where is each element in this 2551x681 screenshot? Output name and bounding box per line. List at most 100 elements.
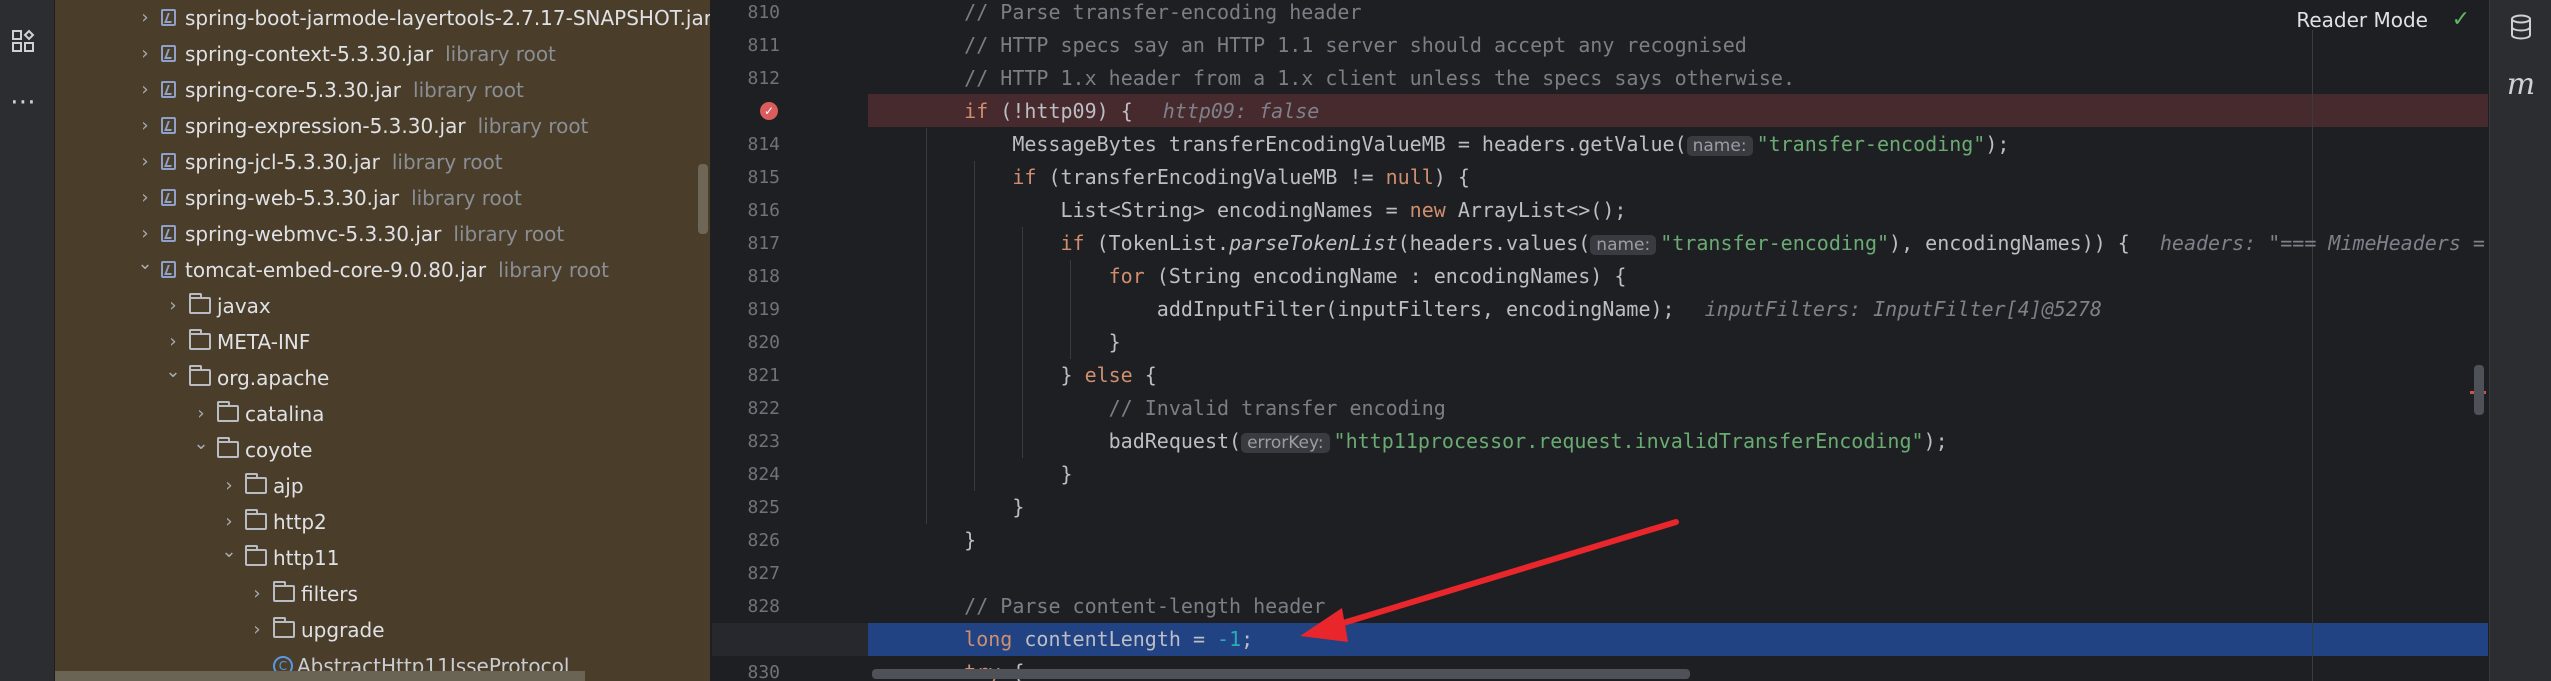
code-token: contentLength = <box>1012 627 1218 651</box>
chevron-right-icon[interactable]: › <box>135 0 155 36</box>
code-token: long <box>964 627 1013 651</box>
jar-icon <box>161 189 176 206</box>
code-line[interactable]: } <box>868 524 2488 557</box>
tree-row-suffix: library root <box>445 42 556 66</box>
code-token: (String encodingName : encodingNames) { <box>1144 264 1627 288</box>
code-line[interactable]: addInputFilter(inputFilters, encodingNam… <box>868 293 2488 326</box>
line-number: 827 <box>747 563 780 584</box>
code-line[interactable] <box>868 557 2488 590</box>
tree-row[interactable]: › META-INF <box>55 324 710 360</box>
code-token: // HTTP 1.x header from a 1.x client unl… <box>964 66 1795 90</box>
database-icon[interactable] <box>2506 14 2536 44</box>
tree-horizontal-scrollbar[interactable] <box>55 671 585 681</box>
code-token: List<String> encodingNames = <box>1060 198 1410 222</box>
tree-row-suffix: library root <box>413 78 524 102</box>
chevron-down-icon[interactable]: ⌄ <box>163 354 183 390</box>
tree-row-label: catalina <box>245 402 325 426</box>
code-editor[interactable]: 810 811 812 814 815 816 817 818 819 820 821 822 823 8… <box>712 0 2488 681</box>
code-line[interactable]: badRequest(errorKey: "http11processor.req… <box>868 425 2488 458</box>
editor-horizontal-scrollbar[interactable] <box>872 669 1690 679</box>
tree-vertical-scrollbar[interactable] <box>698 164 708 234</box>
code-line[interactable]: for (String encodingName : encodingNames… <box>868 260 2488 293</box>
chevron-right-icon[interactable]: › <box>247 612 267 648</box>
tree-row[interactable]: › spring-web-5.3.30.jar library root <box>55 180 710 216</box>
chevron-right-icon[interactable]: › <box>247 576 267 612</box>
line-number: 821 <box>747 365 780 386</box>
chevron-down-icon[interactable]: ⌄ <box>219 534 239 570</box>
code-token: MessageBytes transferEncodingValueMB = h… <box>1012 132 1687 156</box>
line-number: 826 <box>747 530 780 551</box>
code-line[interactable]: } <box>868 491 2488 524</box>
line-number-gutter[interactable]: 810 811 812 814 815 816 817 818 819 820 821 822 823 8… <box>712 0 868 681</box>
code-token: (headers.values( <box>1397 231 1591 255</box>
folder-icon <box>217 437 239 458</box>
tree-row[interactable]: › spring-expression-5.3.30.jar library roo… <box>55 108 710 144</box>
code-line[interactable]: } <box>868 458 2488 491</box>
code-line[interactable]: // Parse content-length header <box>868 590 2488 623</box>
code-line[interactable]: List<String> encodingNames = new ArrayLi… <box>868 194 2488 227</box>
structure-icon[interactable] <box>9 28 37 56</box>
tree-row[interactable]: › http2 <box>55 504 710 540</box>
code-line[interactable]: } else { <box>868 359 2488 392</box>
more-icon[interactable]: ⋯ <box>9 88 37 116</box>
code-token: null <box>1385 165 1434 189</box>
maven-icon[interactable]: m <box>2506 70 2536 100</box>
tree-row[interactable]: › ajp <box>55 468 710 504</box>
code-line[interactable]: // Parse transfer-encoding header <box>868 0 2488 29</box>
code-token: ); <box>1923 429 1948 453</box>
tree-row[interactable]: › spring-context-5.3.30.jar library root <box>55 36 710 72</box>
breakpoint-icon[interactable]: ✓ <box>760 102 778 120</box>
tree-row[interactable]: › catalina <box>55 396 710 432</box>
code-line[interactable]: if (!http09) {http09: false <box>868 95 2488 128</box>
chevron-right-icon[interactable]: › <box>163 288 183 324</box>
jar-icon <box>161 45 176 62</box>
tree-row[interactable]: › filters <box>55 576 710 612</box>
line-number: 819 <box>747 299 780 320</box>
chevron-right-icon[interactable]: › <box>135 144 155 180</box>
code-line[interactable]: if (transferEncodingValueMB != null) { <box>868 161 2488 194</box>
tree-row[interactable]: ⌄ coyote <box>55 432 710 468</box>
code-token: ; <box>1241 627 1254 651</box>
code-line[interactable]: MessageBytes transferEncodingValueMB = h… <box>868 128 2488 161</box>
jar-icon <box>161 9 176 26</box>
code-token: if <box>1012 165 1037 189</box>
chevron-right-icon[interactable]: › <box>135 72 155 108</box>
chevron-right-icon[interactable]: › <box>135 180 155 216</box>
code-token: if <box>964 99 989 123</box>
tree-row[interactable]: › spring-core-5.3.30.jar library root <box>55 72 710 108</box>
reader-mode-toggle[interactable]: Reader Mode <box>2296 4 2428 36</box>
tree-row-label: ajp <box>273 474 304 498</box>
code-line[interactable]: long contentLength = -1; <box>868 623 2488 656</box>
tree-row[interactable]: › upgrade <box>55 612 710 648</box>
folder-icon <box>245 509 267 530</box>
chevron-down-icon[interactable]: ⌄ <box>191 426 211 462</box>
tree-row[interactable]: › javax <box>55 288 710 324</box>
parameter-hint: errorKey: <box>1241 433 1330 453</box>
code-line[interactable]: // HTTP 1.x header from a 1.x client unl… <box>868 62 2488 95</box>
chevron-right-icon[interactable]: › <box>219 468 239 504</box>
tree-row[interactable]: › spring-jcl-5.3.30.jar library root <box>55 144 710 180</box>
code-line[interactable]: // HTTP specs say an HTTP 1.1 server sho… <box>868 29 2488 62</box>
chevron-right-icon[interactable]: › <box>135 36 155 72</box>
code-token: } <box>1060 462 1073 486</box>
line-number: 822 <box>747 398 780 419</box>
tree-row[interactable]: ⌄ tomcat-embed-core-9.0.80.jar library roo… <box>55 252 710 288</box>
tree-row-label: spring-expression-5.3.30.jar library root <box>185 114 589 138</box>
inspection-ok-icon[interactable]: ✓ <box>2452 4 2470 36</box>
code-token: if <box>1060 231 1085 255</box>
jar-icon <box>161 261 176 278</box>
chevron-right-icon[interactable]: › <box>135 108 155 144</box>
code-line[interactable]: // Invalid transfer encoding <box>868 392 2488 425</box>
code-token: // Parse transfer-encoding header <box>964 0 1362 24</box>
code-line[interactable]: } <box>868 326 2488 359</box>
line-number: 812 <box>747 68 780 89</box>
tree-row-label: org.apache <box>217 366 330 390</box>
tree-row[interactable]: ⌄ http11 <box>55 540 710 576</box>
tree-row[interactable]: ⌄ org.apache <box>55 360 710 396</box>
code-token: // Parse content-length header <box>964 594 1326 618</box>
tree-row[interactable]: › spring-boot-jarmode-layertools-2.7.17-S… <box>55 0 710 36</box>
tree-row-label: http11 <box>273 546 340 570</box>
code-line[interactable]: if (TokenList.parseTokenList(headers.val… <box>868 227 2488 260</box>
editor-vertical-scrollbar[interactable] <box>2474 365 2484 415</box>
chevron-down-icon[interactable]: ⌄ <box>135 246 155 282</box>
